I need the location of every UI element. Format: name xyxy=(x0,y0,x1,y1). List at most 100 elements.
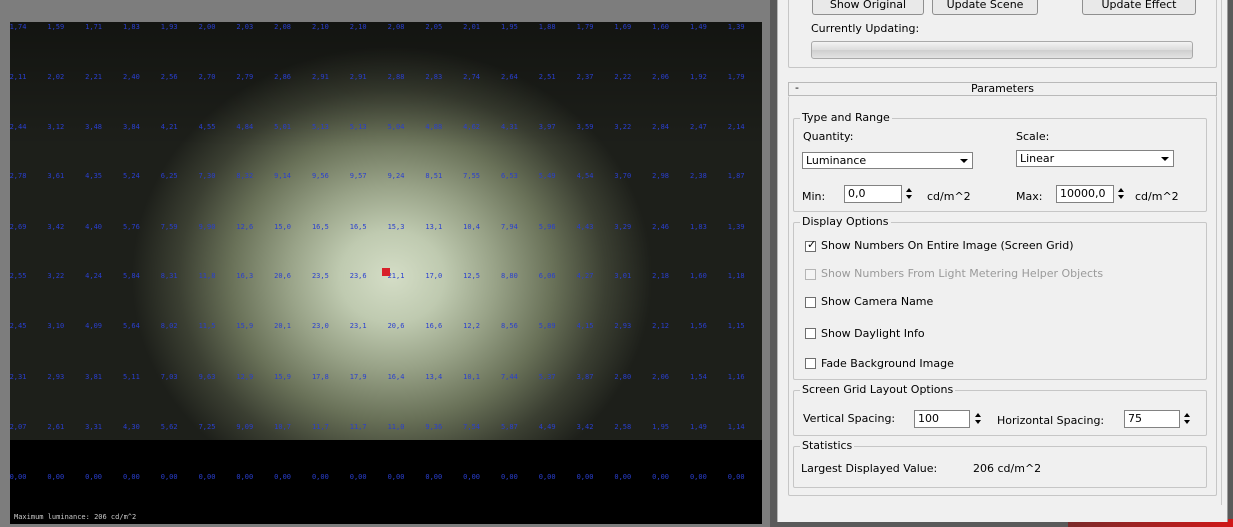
grid-number: 3,97 xyxy=(538,123,556,131)
grid-number: 2,58 xyxy=(614,423,632,431)
grid-number: 2,05 xyxy=(425,23,443,31)
grid-number: 2,00 xyxy=(198,23,216,31)
max-unit-label: cd/m^2 xyxy=(1135,190,1179,203)
horizontal-spacing-label: Horizontal Spacing: xyxy=(997,414,1105,427)
show-daylight-info-label[interactable]: Show Daylight Info xyxy=(821,327,925,340)
grid-number: 1,39 xyxy=(727,223,745,231)
grid-number: 2,98 xyxy=(652,172,670,180)
grid-number: 5,62 xyxy=(160,423,178,431)
max-spinner[interactable] xyxy=(1116,185,1127,203)
scale-dropdown[interactable]: Linear xyxy=(1016,150,1174,167)
min-spinner[interactable] xyxy=(904,185,915,203)
grid-number: 16,3 xyxy=(236,272,254,280)
grid-number: 0,00 xyxy=(727,473,745,481)
grid-number: 2,46 xyxy=(652,223,670,231)
show-daylight-info-checkbox[interactable] xyxy=(805,328,816,339)
grid-number: 2,12 xyxy=(652,322,670,330)
grid-number: 2,83 xyxy=(425,73,443,81)
grid-number: 8,32 xyxy=(236,172,254,180)
horizontal-spacing-spinner[interactable] xyxy=(1182,410,1193,428)
grid-number: 1,49 xyxy=(689,423,707,431)
grid-number: 2,47 xyxy=(689,123,707,131)
fade-background-image-label[interactable]: Fade Background Image xyxy=(821,357,954,370)
spinner-down-icon xyxy=(906,195,912,199)
min-input[interactable]: 0,0 xyxy=(844,185,902,203)
grid-number: 11,7 xyxy=(311,423,329,431)
vertical-spacing-spinner[interactable] xyxy=(973,410,984,428)
grid-number: 2,10 xyxy=(349,23,367,31)
grid-number: 3,81 xyxy=(85,373,103,381)
grid-number: 5,13 xyxy=(349,123,367,131)
grid-number: 6,53 xyxy=(500,172,518,180)
grid-number: 0,00 xyxy=(160,473,178,481)
largest-displayed-value-label: Largest Displayed Value: xyxy=(801,462,938,475)
grid-number: 8,51 xyxy=(425,172,443,180)
min-label: Min: xyxy=(802,190,826,203)
grid-number: 7,54 xyxy=(463,423,481,431)
panel-scrollbar[interactable] xyxy=(1221,0,1228,505)
grid-number: 2,93 xyxy=(47,373,65,381)
spinner-up-icon xyxy=(1118,188,1124,192)
display-options-legend: Display Options xyxy=(800,215,891,228)
grid-number: 2,06 xyxy=(652,373,670,381)
grid-number: 3,10 xyxy=(47,322,65,330)
vertical-spacing-label: Vertical Spacing: xyxy=(803,412,896,425)
grid-number: 5,49 xyxy=(538,172,556,180)
grid-number: 0,00 xyxy=(274,473,292,481)
grid-number: 5,37 xyxy=(538,373,556,381)
show-numbers-screen-grid-checkbox[interactable]: ✓ xyxy=(805,239,816,252)
grid-number: 15,3 xyxy=(387,223,405,231)
spinner-up-icon xyxy=(975,413,981,417)
grid-number: 9,90 xyxy=(198,223,216,231)
show-numbers-screen-grid-label[interactable]: Show Numbers On Entire Image (Screen Gri… xyxy=(821,239,1073,252)
grid-number: 2,10 xyxy=(311,23,329,31)
grid-number: 1,71 xyxy=(85,23,103,31)
grid-number: 7,30 xyxy=(198,172,216,180)
quantity-label: Quantity: xyxy=(803,130,854,143)
grid-number: 2,64 xyxy=(500,73,518,81)
grid-number: 2,21 xyxy=(85,73,103,81)
grid-number: 10,1 xyxy=(463,373,481,381)
grid-number: 8,31 xyxy=(160,272,178,280)
show-camera-name-label[interactable]: Show Camera Name xyxy=(821,295,933,308)
grid-number: 2,88 xyxy=(387,73,405,81)
grid-number: 2,07 xyxy=(10,423,27,431)
grid-number: 2,31 xyxy=(10,373,27,381)
show-camera-name-checkbox[interactable] xyxy=(805,297,816,308)
max-input[interactable]: 10000,0 xyxy=(1056,185,1114,203)
grid-number: 2,03 xyxy=(236,23,254,31)
quantity-dropdown[interactable]: Luminance xyxy=(802,152,973,169)
grid-number: 11,0 xyxy=(387,423,405,431)
grid-number: 2,51 xyxy=(538,73,556,81)
render-controls-group xyxy=(788,0,1217,68)
horizontal-spacing-input[interactable]: 75 xyxy=(1124,410,1180,428)
parameters-rollout-header[interactable]: - Parameters xyxy=(788,81,1217,96)
grid-number: 2,06 xyxy=(652,73,670,81)
type-and-range-legend: Type and Range xyxy=(800,111,892,124)
grid-number: 23,5 xyxy=(311,272,329,280)
min-unit-label: cd/m^2 xyxy=(927,190,971,203)
grid-number: 4,35 xyxy=(85,172,103,180)
fade-background-image-checkbox[interactable] xyxy=(805,358,816,369)
grid-number: 3,22 xyxy=(47,272,65,280)
chevron-down-icon xyxy=(1161,157,1169,161)
grid-number: 0,00 xyxy=(236,473,254,481)
grid-number: 5,76 xyxy=(122,223,140,231)
grid-number: 1,79 xyxy=(727,73,745,81)
grid-number: 4,54 xyxy=(576,172,594,180)
grid-number: 1,79 xyxy=(576,23,594,31)
grid-number: 2,61 xyxy=(47,423,65,431)
spinner-down-icon xyxy=(1184,420,1190,424)
grid-number: 7,59 xyxy=(160,223,178,231)
grid-number: 3,59 xyxy=(576,123,594,131)
rendered-frame-canvas[interactable]: 1,74 1,59 1,71 1,83 1,93 2,00 2,03 2,08 2,10 2,10… xyxy=(10,22,762,524)
vertical-spacing-input[interactable]: 100 xyxy=(914,410,970,428)
grid-number: 1,69 xyxy=(614,23,632,31)
grid-number: 7,44 xyxy=(500,373,518,381)
grid-number: 10,7 xyxy=(274,423,292,431)
grid-number: 9,57 xyxy=(349,172,367,180)
grid-number: 4,88 xyxy=(425,123,443,131)
grid-number: 17,0 xyxy=(425,272,443,280)
grid-number: 1,83 xyxy=(689,223,707,231)
grid-number: 1,87 xyxy=(727,172,745,180)
